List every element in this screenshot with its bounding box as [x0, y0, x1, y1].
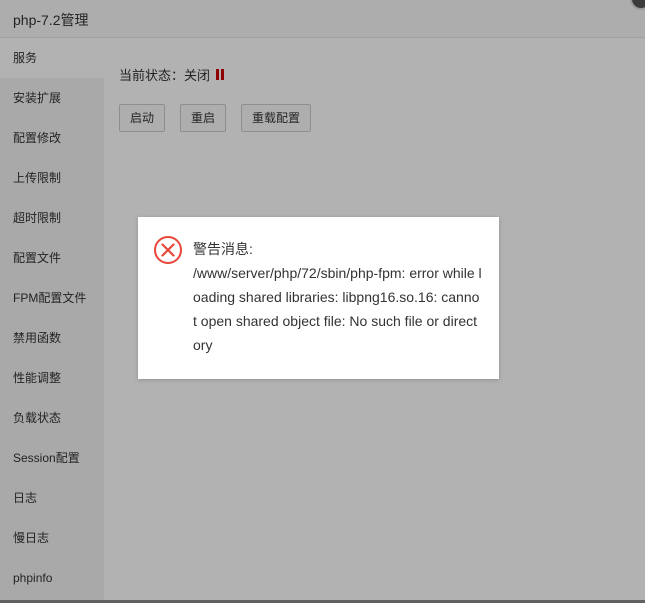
alert-message: /www/server/php/72/sbin/php-fpm: error w… — [193, 265, 482, 353]
error-circle-x-icon — [154, 236, 182, 264]
alert-title: 警告消息: — [193, 241, 253, 257]
alert-message-block: 警告消息: /www/server/php/72/sbin/php-fpm: e… — [193, 237, 483, 357]
alert-dialog: 警告消息: /www/server/php/72/sbin/php-fpm: e… — [138, 217, 499, 379]
